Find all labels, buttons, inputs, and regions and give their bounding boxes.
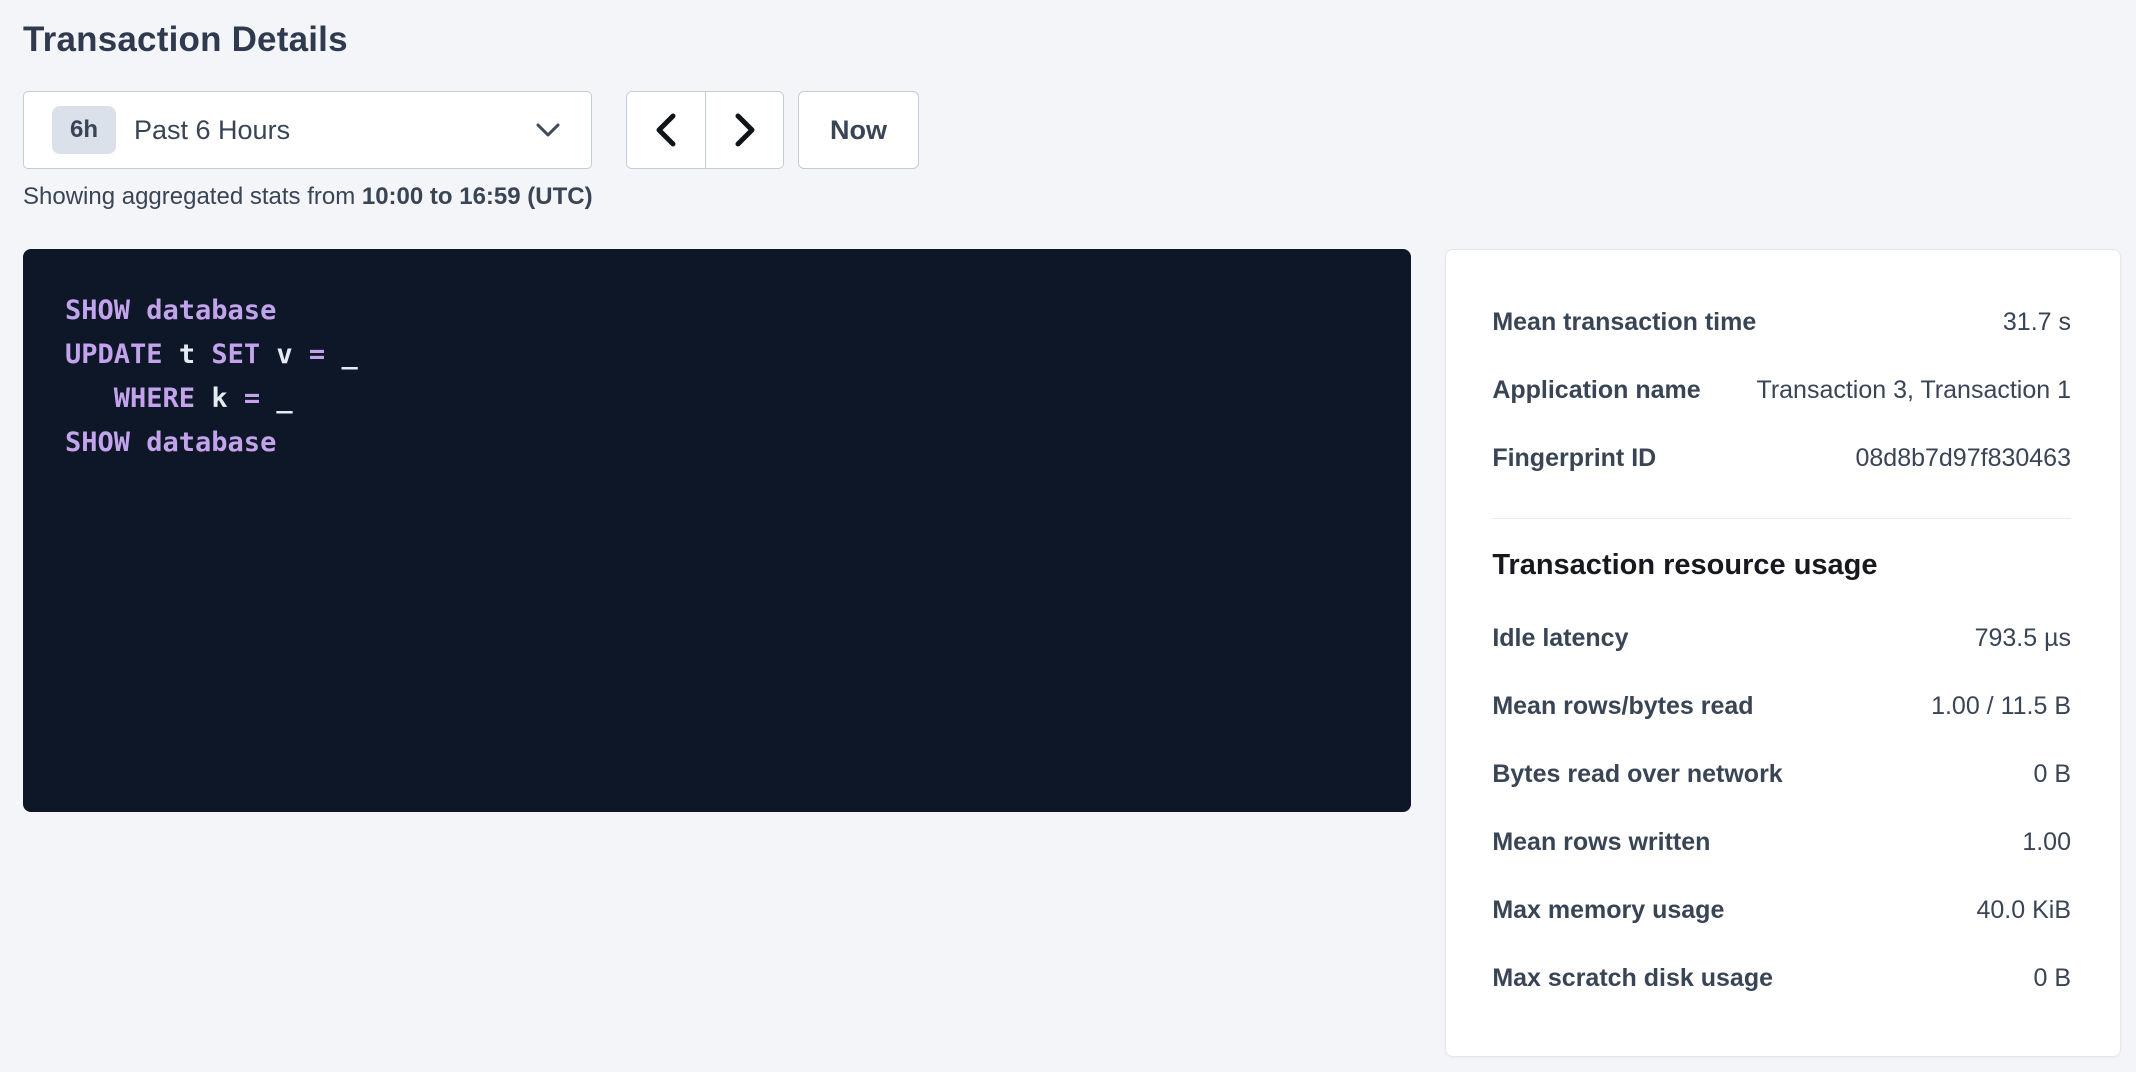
stat-label: Mean rows written	[1492, 828, 1710, 857]
stat-label: Fingerprint ID	[1492, 444, 1656, 473]
stat-value: Transaction 3, Transaction 1	[1756, 376, 2071, 405]
stat-value: 31.7 s	[2003, 308, 2071, 337]
time-range-dropdown[interactable]: 6h Past 6 Hours	[23, 91, 592, 169]
table-row: Fingerprint ID 08d8b7d97f830463	[1492, 424, 2071, 492]
aggregated-stats-summary: Showing aggregated stats from 10:00 to 1…	[23, 183, 2121, 211]
stat-label: Application name	[1492, 376, 1700, 405]
previous-time-button[interactable]	[627, 92, 705, 168]
table-row: Mean rows written 1.00	[1492, 808, 2071, 876]
summary-range: 10:00 to 16:59 (UTC)	[362, 183, 593, 210]
stat-label: Mean rows/bytes read	[1492, 692, 1753, 721]
stat-value: 40.0 KiB	[1976, 896, 2071, 925]
time-range-badge: 6h	[52, 106, 116, 154]
stat-label: Bytes read over network	[1492, 760, 1782, 789]
time-range-label: Past 6 Hours	[134, 115, 290, 146]
page-title: Transaction Details	[23, 20, 2121, 60]
transaction-details-page: Transaction Details 6h Past 6 Hours Now …	[0, 0, 2136, 1072]
now-button[interactable]: Now	[798, 91, 919, 169]
table-row: Idle latency 793.5 µs	[1492, 604, 2071, 672]
table-row: Mean rows/bytes read 1.00 / 11.5 B	[1492, 672, 2071, 740]
card-divider	[1492, 518, 2071, 519]
chevron-left-icon	[654, 113, 678, 147]
main-content: SHOW database UPDATE t SET v = _ WHERE k…	[23, 249, 2121, 1057]
stat-label: Mean transaction time	[1492, 308, 1756, 337]
table-row: Max memory usage 40.0 KiB	[1492, 876, 2071, 944]
table-row: Max scratch disk usage 0 B	[1492, 944, 2071, 1012]
stat-label: Idle latency	[1492, 624, 1628, 653]
sql-statement: SHOW database UPDATE t SET v = _ WHERE k…	[65, 289, 1369, 465]
chevron-down-icon	[535, 122, 561, 138]
stat-value: 1.00 / 11.5 B	[1931, 692, 2071, 721]
next-time-button[interactable]	[705, 92, 783, 168]
transaction-details-card: Mean transaction time 31.7 s Application…	[1445, 249, 2121, 1057]
chevron-right-icon	[733, 113, 757, 147]
table-row: Application name Transaction 3, Transact…	[1492, 356, 2071, 424]
stat-label: Max memory usage	[1492, 896, 1724, 925]
transaction-statements-box: SHOW database UPDATE t SET v = _ WHERE k…	[23, 249, 1411, 812]
table-row: Mean transaction time 31.7 s	[1492, 288, 2071, 356]
stat-value: 0 B	[2033, 964, 2071, 993]
stat-value: 08d8b7d97f830463	[1855, 444, 2071, 473]
time-toolbar: 6h Past 6 Hours Now	[23, 91, 2121, 169]
stat-value: 0 B	[2033, 760, 2071, 789]
stat-value: 793.5 µs	[1975, 624, 2071, 653]
stat-value: 1.00	[2022, 828, 2071, 857]
resource-usage-heading: Transaction resource usage	[1492, 549, 2071, 582]
summary-prefix: Showing aggregated stats from	[23, 183, 362, 210]
table-row: Bytes read over network 0 B	[1492, 740, 2071, 808]
time-step-buttons	[626, 91, 784, 169]
stat-label: Max scratch disk usage	[1492, 964, 1773, 993]
